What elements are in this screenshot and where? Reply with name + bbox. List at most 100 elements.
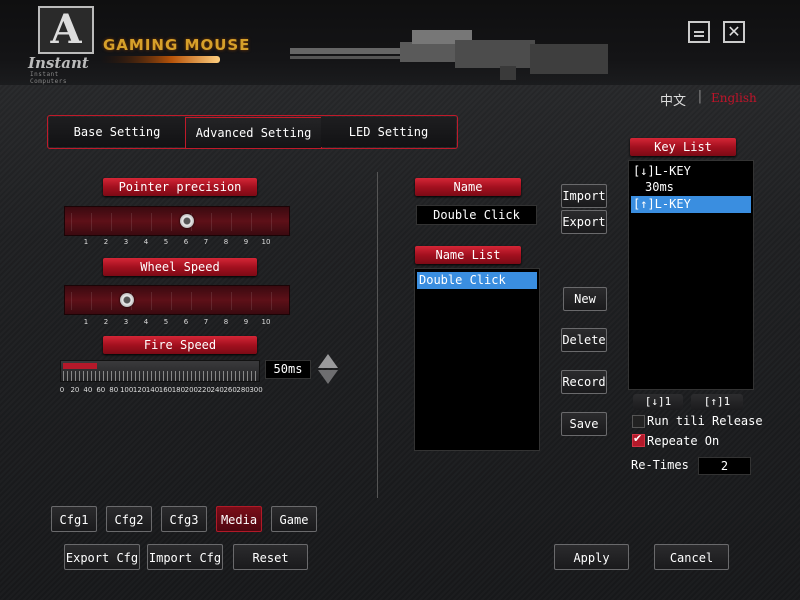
list-item[interactable]: Double Click [417,272,537,289]
key-list[interactable]: [↓]L-KEY 30ms [↑]L-KEY [628,160,754,390]
fire-speed-spinner-icon[interactable] [316,352,340,386]
game-button[interactable]: Game [271,506,317,532]
scale-tick-label: 3 [123,238,129,246]
scale-tick-label: 160 [158,386,173,394]
scale-tick-label: 8 [223,238,229,246]
media-button[interactable]: Media [216,506,262,532]
name-label: Name [415,178,521,196]
run-till-release-label: Run tili Release [647,414,763,428]
scale-tick-label: 1 [83,318,89,326]
scale-tick-label: 200 [184,386,199,394]
tab-advanced-setting[interactable]: Advanced Setting [185,117,322,149]
scale-tick-label: 40 [83,386,93,394]
repeate-on-label: Repeate On [647,434,720,448]
scale-tick-label: 5 [163,318,169,326]
cfg3-button[interactable]: Cfg3 [161,506,207,532]
logo-subtext: Instant Computers [30,71,68,85]
new-button[interactable]: New [563,287,607,311]
fire-speed-ticks [63,371,257,381]
scale-tick-label: 5 [163,238,169,246]
pointer-precision-knob[interactable] [180,214,194,228]
re-times-field[interactable]: 2 [698,457,751,475]
language-separator: | [696,89,704,104]
scale-tick-label: 4 [143,238,149,246]
key-up-button[interactable]: [↑]1 [691,394,743,410]
minimize-icon[interactable] [688,21,710,43]
tab-led-setting[interactable]: LED Setting [321,117,456,147]
name-list[interactable]: Double Click [414,268,540,451]
cfg2-button[interactable]: Cfg2 [106,506,152,532]
scale-tick-label: 9 [243,318,249,326]
scale-tick-label: 120 [132,386,147,394]
scale-tick-label: 0 [59,386,65,394]
reset-button[interactable]: Reset [233,544,308,570]
close-icon[interactable]: ✕ [723,21,745,43]
export-button[interactable]: Export [561,210,607,234]
scale-tick-label: 280 [236,386,250,394]
scale-tick-label: 80 [109,386,119,394]
fire-speed-scale: 0 20 40 60 80 100 120 140 160 180 200 220 240 260 280 3… [59,386,263,396]
record-button[interactable]: Record [561,370,607,394]
name-list-label: Name List [415,246,521,264]
scale-tick-label: 2 [103,318,109,326]
scale-tick-label: 300 [249,386,263,394]
logo-text: Instant [28,54,89,72]
fire-speed-slider[interactable] [60,360,260,382]
scale-tick-label: 7 [203,318,209,326]
scale-tick-label: 260 [223,386,237,394]
fire-speed-fill [63,363,97,369]
scale-tick-label: 6 [183,238,189,246]
language-english-link[interactable]: English [711,91,757,105]
fire-speed-label: Fire Speed [103,336,257,354]
wheel-speed-label: Wheel Speed [103,258,257,276]
apply-button[interactable]: Apply [554,544,629,570]
scale-tick-label: 8 [223,318,229,326]
logo-mark-icon: A [38,6,94,54]
pointer-precision-scale: 1 2 3 4 5 6 7 8 9 10 [83,238,271,248]
save-button[interactable]: Save [561,412,607,436]
scale-tick-label: 2 [103,238,109,246]
brand-title: GAMING MOUSE [103,36,251,54]
scale-tick-label: 220 [197,386,211,394]
import-cfg-button[interactable]: Import Cfg [147,544,223,570]
title-bar: A Instant Instant Computers GAMING MOUSE… [0,0,800,85]
scale-tick-label: 6 [183,318,189,326]
re-times-label: Re-Times [631,458,689,472]
delete-button[interactable]: Delete [561,328,607,352]
key-list-item[interactable]: 30ms [631,179,751,196]
scale-tick-label: 3 [123,318,129,326]
scale-tick-label: 100 [119,386,134,394]
fire-speed-value: 50ms [265,360,311,379]
scale-tick-label: 240 [210,386,224,394]
scale-tick-label: 4 [143,318,149,326]
repeate-on-checkbox[interactable] [632,432,645,447]
key-list-item[interactable]: [↓]L-KEY [631,163,751,180]
panel-divider [377,172,378,498]
wheel-speed-scale: 1 2 3 4 5 6 7 8 9 10 [83,318,271,328]
wheel-speed-knob[interactable] [120,293,134,307]
scale-tick-label: 10 [261,238,271,246]
scale-tick-label: 7 [203,238,209,246]
scale-tick-label: 20 [70,386,80,394]
cancel-button[interactable]: Cancel [654,544,729,570]
key-down-button[interactable]: [↓]1 [633,394,683,410]
settings-tabs: Base Setting Advanced Setting LED Settin… [47,115,458,149]
scale-tick-label: 60 [96,386,106,394]
cfg1-button[interactable]: Cfg1 [51,506,97,532]
scale-tick-label: 140 [145,386,160,394]
scale-tick-label: 10 [261,318,271,326]
pointer-precision-label: Pointer precision [103,178,257,196]
key-list-label: Key List [630,138,736,156]
pointer-precision-slider[interactable] [64,206,290,236]
scale-tick-label: 1 [83,238,89,246]
brand-logo: A Instant Instant Computers [28,4,98,85]
run-till-release-checkbox[interactable] [632,415,645,428]
export-cfg-button[interactable]: Export Cfg [64,544,140,570]
scale-tick-label: 180 [171,386,186,394]
import-button[interactable]: Import [561,184,607,208]
tab-base-setting[interactable]: Base Setting [49,117,186,147]
key-list-item[interactable]: [↑]L-KEY [631,196,751,213]
language-chinese-link[interactable]: 中文 [660,90,686,109]
wheel-speed-slider[interactable] [64,285,290,315]
name-field[interactable]: Double Click [416,205,537,225]
